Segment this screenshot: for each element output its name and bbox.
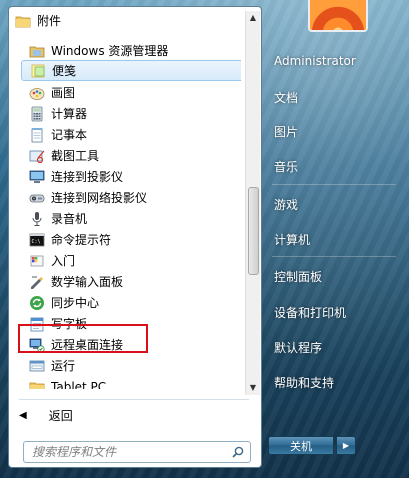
list-item-run[interactable]: 运行 — [9, 355, 241, 376]
shutdown-options-arrow-icon[interactable]: ▶ — [336, 436, 356, 455]
math-input-icon — [29, 274, 45, 290]
right-item-music[interactable]: 音乐 — [266, 154, 404, 178]
run-icon — [29, 358, 45, 374]
list-item-connect-network-projector[interactable]: 连接到网络投影仪 — [9, 187, 241, 208]
right-item-administrator[interactable]: Administrator — [266, 49, 404, 73]
list-item-connect-projector[interactable]: 连接到投影仪 — [9, 166, 241, 187]
search-input[interactable] — [30, 444, 224, 460]
list-item-tablet-pc-folder[interactable]: Tablet PC — [9, 376, 241, 389]
start-menu-left-pane: 附件 Windows 资源管理器 便笺 画图 计算器 记事本 截图工具 连接到投… — [8, 6, 262, 468]
right-item-pictures[interactable]: 图片 — [266, 119, 404, 143]
paint-icon — [29, 85, 45, 101]
highlight-annotation-box — [18, 324, 148, 353]
list-item-getting-started[interactable]: 入门 — [9, 250, 241, 271]
projector-icon — [29, 169, 45, 185]
svg-text:C:\: C:\ — [32, 239, 41, 245]
program-list-scrollbar[interactable]: ▲ ▼ — [245, 11, 260, 395]
list-divider — [19, 399, 249, 400]
getting-started-icon — [29, 253, 45, 269]
list-item-sticky-notes[interactable]: 便笺 — [21, 60, 241, 81]
scroll-up-arrow-icon[interactable]: ▲ — [246, 11, 260, 25]
right-pane-separator — [272, 256, 396, 257]
search-icon[interactable] — [232, 446, 244, 458]
right-item-control-panel[interactable]: 控制面板 — [266, 264, 404, 288]
sound-recorder-icon — [29, 211, 45, 227]
folder-icon — [15, 13, 31, 29]
list-item-command-prompt[interactable]: C:\ 命令提示符 — [9, 229, 241, 250]
list-item-paint[interactable]: 画图 — [9, 82, 241, 103]
list-item-math-input-panel[interactable]: 数学输入面板 — [9, 271, 241, 292]
list-item-sound-recorder[interactable]: 录音机 — [9, 208, 241, 229]
scroll-down-arrow-icon[interactable]: ▼ — [246, 381, 260, 395]
command-prompt-icon: C:\ — [29, 232, 45, 248]
scrollbar-thumb[interactable] — [248, 187, 259, 275]
back-button[interactable]: ◀ 返回 — [19, 405, 73, 425]
right-item-documents[interactable]: 文档 — [266, 85, 404, 109]
list-item-calculator[interactable]: 计算器 — [9, 103, 241, 124]
back-arrow-icon: ◀ — [19, 409, 27, 421]
right-item-devices-and-printers[interactable]: 设备和打印机 — [266, 300, 404, 324]
sync-center-icon — [29, 295, 45, 311]
explorer-icon — [29, 43, 45, 59]
user-avatar[interactable] — [308, 0, 368, 32]
list-item-windows-explorer[interactable]: Windows 资源管理器 — [9, 40, 241, 61]
list-item-snipping-tool[interactable]: 截图工具 — [9, 145, 241, 166]
list-item-sync-center[interactable]: 同步中心 — [9, 292, 241, 313]
sticky-notes-icon — [30, 63, 46, 79]
shutdown-button[interactable]: 关机 — [268, 436, 334, 455]
right-item-games[interactable]: 游戏 — [266, 192, 404, 216]
folder-icon — [29, 379, 45, 389]
list-item-notepad[interactable]: 记事本 — [9, 124, 241, 145]
search-box[interactable] — [23, 441, 251, 463]
notepad-icon — [29, 127, 45, 143]
list-item-accessories-folder[interactable]: 附件 — [9, 10, 241, 31]
snipping-tool-icon — [29, 148, 45, 164]
calculator-icon — [29, 106, 45, 122]
network-projector-icon — [29, 190, 45, 206]
right-pane-separator — [272, 184, 396, 185]
right-item-computer[interactable]: 计算机 — [266, 227, 404, 251]
right-item-help-and-support[interactable]: 帮助和支持 — [266, 370, 404, 394]
right-item-default-programs[interactable]: 默认程序 — [266, 335, 404, 359]
